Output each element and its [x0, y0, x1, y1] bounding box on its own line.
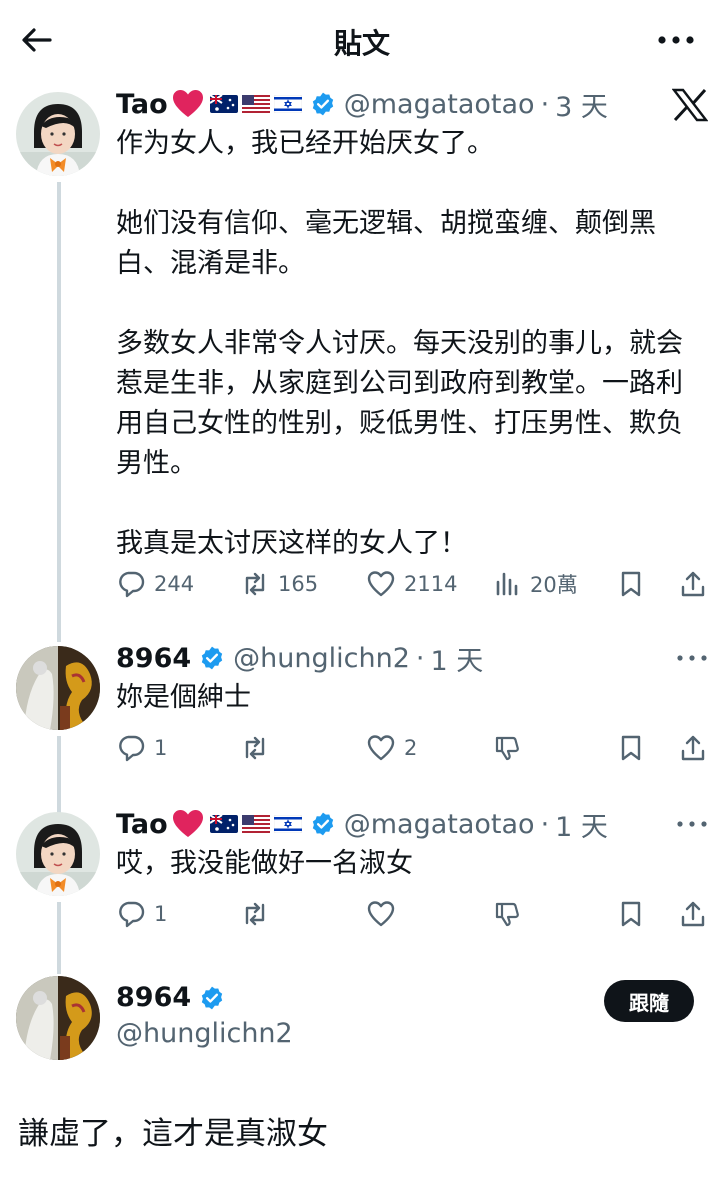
user-handle[interactable]: @magataotao [344, 89, 535, 120]
heart-outline-icon [367, 901, 395, 927]
focused-post-body: 謙虛了，這才是真淑女 [18, 1116, 328, 1152]
follow-button[interactable]: 跟隨 [604, 980, 694, 1022]
usa-flag-icon [241, 95, 270, 113]
views-button[interactable]: 20萬 [492, 564, 578, 604]
post-time[interactable]: 3 天 [555, 85, 608, 124]
display-name[interactable]: 8964 [116, 643, 191, 674]
bookmark-icon [621, 901, 641, 927]
post-header: Tao @magataotao · 3 天 [116, 84, 608, 124]
user-handle[interactable]: @hunglichn2 [116, 1018, 293, 1049]
reply-count: 1 [154, 736, 168, 760]
post-actions: 1 [116, 894, 708, 934]
more-horizontal-icon[interactable] [656, 26, 696, 54]
verified-badge-icon [199, 985, 225, 1011]
thumbs-down-icon [495, 736, 519, 761]
share-icon [681, 571, 705, 597]
more-horizontal-icon[interactable] [676, 652, 708, 664]
repost-icon [245, 572, 265, 596]
views-chart-icon [496, 572, 518, 596]
avatar-8964[interactable] [16, 646, 100, 730]
red-heart-emoji [172, 809, 204, 839]
share-icon [681, 901, 705, 927]
more-horizontal-icon[interactable] [676, 818, 708, 830]
post-actions: 244 165 2114 20萬 [116, 564, 708, 604]
view-count: 20萬 [530, 573, 578, 597]
verified-badge-icon [199, 645, 225, 671]
repost-icon [245, 736, 265, 760]
post-time[interactable]: 1 天 [430, 639, 483, 678]
red-heart-emoji [172, 89, 204, 119]
downvote-button[interactable] [492, 894, 522, 934]
repost-button[interactable] [240, 728, 270, 768]
display-name[interactable]: 8964 [116, 982, 191, 1013]
top-bar: 貼文 [0, 0, 724, 80]
user-handle[interactable]: @hunglichn2 [233, 643, 410, 674]
repost-icon [245, 902, 265, 926]
user-handle[interactable]: @magataotao [344, 809, 535, 840]
bookmark-icon [621, 735, 641, 761]
verified-badge-icon [310, 91, 336, 117]
repost-button[interactable] [240, 894, 270, 934]
repost-count: 165 [278, 572, 319, 596]
share-button[interactable] [678, 894, 708, 934]
separator-dot: · [540, 88, 550, 120]
post-time[interactable]: 1 天 [555, 805, 608, 844]
post-body: 哎，我没能做好一名淑女 [116, 848, 413, 879]
avatar-tao[interactable] [16, 812, 100, 896]
avatar-illustration-icon [16, 92, 100, 176]
reply-button[interactable]: 1 [116, 894, 167, 934]
thread-line [57, 182, 61, 642]
bookmark-button[interactable] [616, 564, 646, 604]
display-name[interactable]: Tao [116, 89, 168, 120]
thumbs-down-icon [495, 902, 519, 927]
separator-dot: · [540, 808, 550, 840]
verified-badge-icon [310, 811, 336, 837]
israel-flag-icon [273, 815, 302, 833]
reply-button[interactable]: 1 [116, 728, 167, 768]
post-header: 8964 @hunglichn2 · 1 天 [116, 638, 483, 678]
display-name[interactable]: Tao [116, 809, 168, 840]
share-icon [681, 735, 705, 761]
avatar-8964[interactable] [16, 976, 100, 1060]
avatar-artwork-icon [16, 976, 100, 1060]
reply-button[interactable]: 244 [116, 564, 194, 604]
reply-count: 244 [154, 572, 195, 596]
separator-dot: · [415, 642, 425, 674]
post-header: Tao @magataotao · 1 天 [116, 804, 608, 844]
israel-flag-icon [273, 95, 302, 113]
reply-icon [119, 735, 145, 762]
x-logo-icon[interactable] [672, 88, 708, 122]
like-count: 2114 [404, 572, 458, 596]
bookmark-button[interactable] [616, 728, 646, 768]
bookmark-button[interactable] [616, 894, 646, 934]
reply-icon [119, 901, 145, 928]
avatar-tao[interactable] [16, 92, 100, 176]
like-button[interactable] [366, 894, 396, 934]
thread-line [57, 902, 61, 974]
australia-flag-icon [209, 815, 238, 833]
focused-post-author: 8964 [116, 982, 233, 1013]
like-button[interactable]: 2 [366, 728, 417, 768]
like-count: 2 [404, 736, 418, 760]
reply-icon [119, 571, 145, 598]
heart-outline-icon [367, 735, 395, 761]
post-body: 妳是個紳士 [116, 682, 251, 713]
post-actions: 1 2 [116, 728, 708, 768]
downvote-button[interactable] [492, 728, 522, 768]
repost-button[interactable]: 165 [240, 564, 318, 604]
heart-outline-icon [367, 571, 395, 597]
page-title: 貼文 [333, 27, 390, 60]
share-button[interactable] [678, 564, 708, 604]
like-button[interactable]: 2114 [366, 564, 457, 604]
usa-flag-icon [241, 815, 270, 833]
share-button[interactable] [678, 728, 708, 768]
avatar-illustration-icon [16, 812, 100, 896]
post-body: 作为女人，我已经开始厌女了。 她们没有信仰、毫无逻辑、胡搅蛮缠、颠倒黑白、混淆是… [116, 128, 683, 559]
avatar-artwork-icon [16, 646, 100, 730]
thread-line [57, 736, 61, 814]
australia-flag-icon [209, 95, 238, 113]
reply-count: 1 [154, 902, 168, 926]
bookmark-icon [621, 571, 641, 597]
